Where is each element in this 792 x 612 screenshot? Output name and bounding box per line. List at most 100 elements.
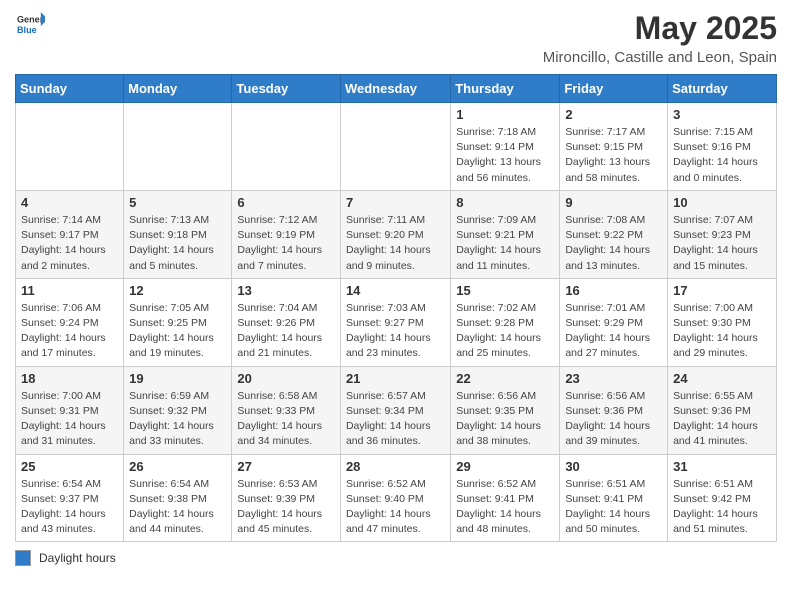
day-number: 22	[456, 371, 554, 386]
col-header-monday: Monday	[124, 75, 232, 103]
calendar-cell: 24Sunrise: 6:55 AM Sunset: 9:36 PM Dayli…	[668, 366, 777, 454]
calendar-cell: 7 Sunrise: 7:11 AM Sunset: 9:20 PM Daylig…	[340, 190, 450, 278]
day-info: Sunrise: 7:17 AM Sunset: 9:15 PM Dayligh…	[565, 125, 662, 186]
day-number: 27	[237, 459, 335, 474]
day-number: 8	[456, 195, 554, 210]
day-number: 25	[21, 459, 118, 474]
day-info: Sunrise: 7:11 AM Sunset: 9:20 PM Dayligh…	[346, 213, 445, 274]
day-info: Sunrise: 7:15 AM Sunset: 9:16 PM Dayligh…	[673, 125, 771, 186]
day-number: 21	[346, 371, 445, 386]
col-header-sunday: Sunday	[16, 75, 124, 103]
general-blue-logo-icon: General Blue	[17, 10, 45, 38]
day-info: Sunrise: 6:54 AM Sunset: 9:38 PM Dayligh…	[129, 477, 226, 538]
footer: Daylight hours	[15, 550, 777, 566]
day-info: Sunrise: 7:18 AM Sunset: 9:14 PM Dayligh…	[456, 125, 554, 186]
calendar-cell: 28 Sunrise: 6:52 AM Sunset: 9:40 PM Dayli…	[340, 454, 450, 542]
calendar-cell: 31 Sunrise: 6:51 AM Sunset: 9:42 PM Dayli…	[668, 454, 777, 542]
day-number: 4	[21, 195, 118, 210]
calendar-cell: 11 Sunrise: 7:06 AM Sunset: 9:24 PM Dayli…	[16, 278, 124, 366]
title-block: May 2025 Mironcillo, Castille and Leon, …	[543, 10, 777, 66]
day-number: 19	[129, 371, 226, 386]
col-header-thursday: Thursday	[451, 75, 560, 103]
calendar-cell	[340, 103, 450, 191]
calendar-cell	[232, 103, 341, 191]
day-number: 30	[565, 459, 662, 474]
day-number: 17	[673, 283, 771, 298]
calendar-cell: 1 Sunrise: 7:18 AM Sunset: 9:14 PM Daylig…	[451, 103, 560, 191]
day-info: Sunrise: 7:05 AM Sunset: 9:25 PM Dayligh…	[129, 301, 226, 362]
calendar-cell: 16Sunrise: 7:01 AM Sunset: 9:29 PM Dayli…	[560, 278, 668, 366]
day-number: 31	[673, 459, 771, 474]
day-number: 10	[673, 195, 771, 210]
location-subtitle: Mironcillo, Castille and Leon, Spain	[543, 49, 777, 66]
day-number: 16	[565, 283, 662, 298]
calendar-cell: 23Sunrise: 6:56 AM Sunset: 9:36 PM Dayli…	[560, 366, 668, 454]
day-info: Sunrise: 7:12 AM Sunset: 9:19 PM Dayligh…	[237, 213, 335, 274]
calendar-cell: 13Sunrise: 7:04 AM Sunset: 9:26 PM Dayli…	[232, 278, 341, 366]
calendar-cell: 27 Sunrise: 6:53 AM Sunset: 9:39 PM Dayli…	[232, 454, 341, 542]
day-info: Sunrise: 7:14 AM Sunset: 9:17 PM Dayligh…	[21, 213, 118, 274]
calendar-cell: 19 Sunrise: 6:59 AM Sunset: 9:32 PM Dayli…	[124, 366, 232, 454]
day-info: Sunrise: 7:08 AM Sunset: 9:22 PM Dayligh…	[565, 213, 662, 274]
day-info: Sunrise: 7:09 AM Sunset: 9:21 PM Dayligh…	[456, 213, 554, 274]
day-number: 3	[673, 107, 771, 122]
calendar-cell: 20 Sunrise: 6:58 AM Sunset: 9:33 PM Dayli…	[232, 366, 341, 454]
day-number: 20	[237, 371, 335, 386]
day-info: Sunrise: 6:52 AM Sunset: 9:40 PM Dayligh…	[346, 477, 445, 538]
calendar-week-4: 18 Sunrise: 7:00 AM Sunset: 9:31 PM Dayli…	[16, 366, 777, 454]
day-info: Sunrise: 6:53 AM Sunset: 9:39 PM Dayligh…	[237, 477, 335, 538]
col-header-saturday: Saturday	[668, 75, 777, 103]
day-info: Sunrise: 7:06 AM Sunset: 9:24 PM Dayligh…	[21, 301, 118, 362]
calendar-week-3: 11 Sunrise: 7:06 AM Sunset: 9:24 PM Dayli…	[16, 278, 777, 366]
calendar-cell: 15Sunrise: 7:02 AM Sunset: 9:28 PM Dayli…	[451, 278, 560, 366]
day-number: 2	[565, 107, 662, 122]
day-info: Sunrise: 6:57 AM Sunset: 9:34 PM Dayligh…	[346, 389, 445, 450]
calendar-week-2: 4 Sunrise: 7:14 AM Sunset: 9:17 PM Daylig…	[16, 190, 777, 278]
calendar-week-5: 25 Sunrise: 6:54 AM Sunset: 9:37 PM Dayli…	[16, 454, 777, 542]
day-number: 28	[346, 459, 445, 474]
calendar-cell	[16, 103, 124, 191]
day-info: Sunrise: 6:56 AM Sunset: 9:36 PM Dayligh…	[565, 389, 662, 450]
month-title: May 2025	[543, 10, 777, 47]
svg-text:Blue: Blue	[17, 25, 37, 35]
calendar-cell: 3 Sunrise: 7:15 AM Sunset: 9:16 PM Daylig…	[668, 103, 777, 191]
calendar-cell: 14Sunrise: 7:03 AM Sunset: 9:27 PM Dayli…	[340, 278, 450, 366]
day-number: 18	[21, 371, 118, 386]
calendar-cell: 4 Sunrise: 7:14 AM Sunset: 9:17 PM Daylig…	[16, 190, 124, 278]
logo: General Blue	[15, 10, 45, 43]
calendar-header-row: SundayMondayTuesdayWednesdayThursdayFrid…	[16, 75, 777, 103]
day-info: Sunrise: 6:51 AM Sunset: 9:42 PM Dayligh…	[673, 477, 771, 538]
calendar-cell: 8 Sunrise: 7:09 AM Sunset: 9:21 PM Daylig…	[451, 190, 560, 278]
calendar-cell: 10 Sunrise: 7:07 AM Sunset: 9:23 PM Dayli…	[668, 190, 777, 278]
col-header-tuesday: Tuesday	[232, 75, 341, 103]
day-number: 11	[21, 283, 118, 298]
col-header-friday: Friday	[560, 75, 668, 103]
day-number: 15	[456, 283, 554, 298]
calendar-cell: 30Sunrise: 6:51 AM Sunset: 9:41 PM Dayli…	[560, 454, 668, 542]
calendar-cell: 2 Sunrise: 7:17 AM Sunset: 9:15 PM Daylig…	[560, 103, 668, 191]
day-info: Sunrise: 6:54 AM Sunset: 9:37 PM Dayligh…	[21, 477, 118, 538]
day-info: Sunrise: 7:00 AM Sunset: 9:31 PM Dayligh…	[21, 389, 118, 450]
day-number: 26	[129, 459, 226, 474]
day-number: 1	[456, 107, 554, 122]
calendar-cell: 6 Sunrise: 7:12 AM Sunset: 9:19 PM Daylig…	[232, 190, 341, 278]
day-number: 13	[237, 283, 335, 298]
day-info: Sunrise: 6:58 AM Sunset: 9:33 PM Dayligh…	[237, 389, 335, 450]
calendar-cell: 9 Sunrise: 7:08 AM Sunset: 9:22 PM Daylig…	[560, 190, 668, 278]
day-info: Sunrise: 7:00 AM Sunset: 9:30 PM Dayligh…	[673, 301, 771, 362]
day-number: 7	[346, 195, 445, 210]
calendar-cell: 5Sunrise: 7:13 AM Sunset: 9:18 PM Daylig…	[124, 190, 232, 278]
day-number: 24	[673, 371, 771, 386]
day-info: Sunrise: 7:13 AM Sunset: 9:18 PM Dayligh…	[129, 213, 226, 274]
day-number: 29	[456, 459, 554, 474]
day-info: Sunrise: 6:52 AM Sunset: 9:41 PM Dayligh…	[456, 477, 554, 538]
col-header-wednesday: Wednesday	[340, 75, 450, 103]
day-info: Sunrise: 6:59 AM Sunset: 9:32 PM Dayligh…	[129, 389, 226, 450]
day-number: 12	[129, 283, 226, 298]
legend-label: Daylight hours	[39, 551, 116, 565]
calendar-cell: 12 Sunrise: 7:05 AM Sunset: 9:25 PM Dayli…	[124, 278, 232, 366]
calendar-cell: 25 Sunrise: 6:54 AM Sunset: 9:37 PM Dayli…	[16, 454, 124, 542]
day-number: 9	[565, 195, 662, 210]
day-number: 6	[237, 195, 335, 210]
day-info: Sunrise: 7:07 AM Sunset: 9:23 PM Dayligh…	[673, 213, 771, 274]
